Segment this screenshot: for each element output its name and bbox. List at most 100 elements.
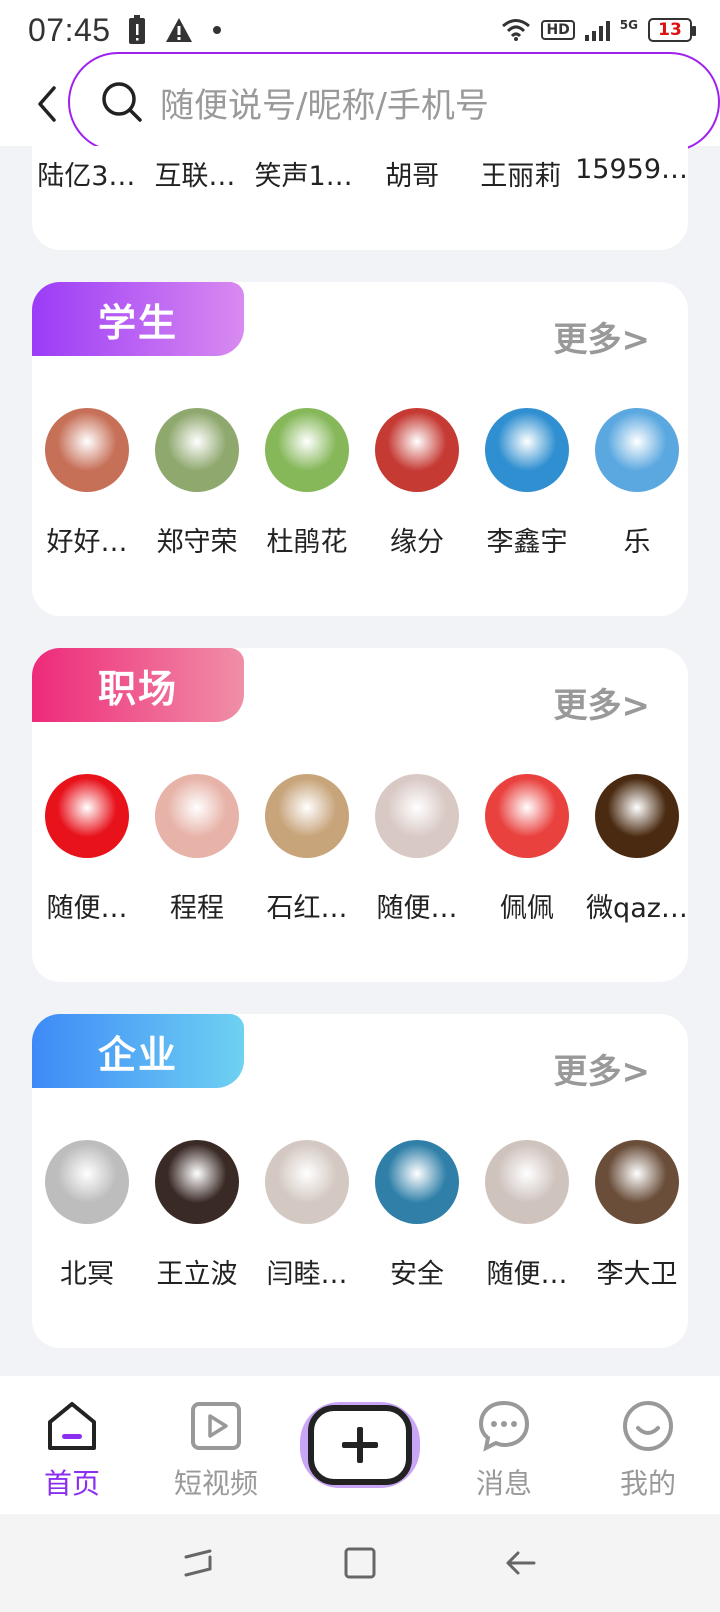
more-link-work[interactable]: 更多> <box>554 678 651 727</box>
user-name: 微qaz… <box>586 893 688 924</box>
section-card-work: 职场 更多> 随便… 程程 石红… 随便… 佩佩 微qaz… <box>32 648 688 982</box>
user-name: 随便… <box>376 893 458 924</box>
user-name: 王立波 <box>156 1259 238 1290</box>
user-item[interactable]: 郑守荣 <box>142 408 252 559</box>
avatar[interactable] <box>595 408 679 492</box>
user-item[interactable]: 杜鹃花 <box>252 408 362 559</box>
avatar[interactable] <box>265 1140 349 1224</box>
user-item[interactable]: 石红… <box>252 774 362 925</box>
avatar-row: 随便… 程程 石红… 随便… 佩佩 微qaz… <box>32 774 688 925</box>
avatar[interactable] <box>155 774 239 858</box>
user-name[interactable]: 互联… <box>141 154 250 193</box>
avatar[interactable] <box>155 408 239 492</box>
wifi-icon <box>502 19 531 41</box>
home-icon <box>48 1402 96 1450</box>
dot-icon <box>212 26 221 34</box>
nav-short-video[interactable]: 短视频 <box>144 1376 288 1514</box>
section-tag-student: 学生 <box>32 282 244 356</box>
user-name: 闫睦… <box>266 1259 348 1290</box>
avatar-row: 好好… 郑守荣 杜鹃花 缘分 李鑫宇 乐 <box>32 408 688 559</box>
user-name: 随便… <box>46 893 128 924</box>
user-item[interactable]: 北冥 <box>32 1140 142 1291</box>
user-item[interactable]: 微qaz… <box>582 774 688 925</box>
recents-icon[interactable] <box>180 1543 220 1583</box>
battery-level: 13 <box>648 18 696 42</box>
avatar[interactable] <box>485 774 569 858</box>
user-item[interactable]: 李鑫宇 <box>472 408 582 559</box>
hd-badge: HD <box>541 20 575 40</box>
battery-alert-icon <box>128 15 145 44</box>
nav-home[interactable]: 首页 <box>0 1376 144 1514</box>
back-arrow-icon[interactable] <box>30 82 66 126</box>
user-item[interactable]: 随便… <box>472 1140 582 1291</box>
more-link-business[interactable]: 更多> <box>554 1044 651 1093</box>
section-card-student: 学生 更多> 好好… 郑守荣 杜鹃花 缘分 李鑫宇 乐 <box>32 282 688 616</box>
nav-mine[interactable]: 我的 <box>576 1376 720 1514</box>
user-name: 缘分 <box>390 527 444 558</box>
smile-profile-icon <box>623 1401 673 1451</box>
search-placeholder: 随便说号/昵称/手机号 <box>160 85 489 126</box>
user-name: 安全 <box>390 1259 444 1290</box>
plus-icon <box>342 1427 378 1463</box>
user-item[interactable]: 好好… <box>32 408 142 559</box>
avatar[interactable] <box>375 408 459 492</box>
user-name: 石红… <box>266 893 348 924</box>
status-bar: 07:45 HD 5G 13 <box>0 0 720 60</box>
user-name[interactable]: 笑声1… <box>249 154 358 193</box>
avatar[interactable] <box>375 1140 459 1224</box>
header: 随便说号/昵称/手机号 <box>0 52 720 152</box>
nav-home-label: 首页 <box>43 1467 100 1500</box>
chat-bubble-icon <box>478 1400 530 1452</box>
section-tag-work: 职场 <box>32 648 244 722</box>
user-item[interactable]: 王立波 <box>142 1140 252 1291</box>
signal-icon <box>584 19 610 41</box>
avatar[interactable] <box>155 1140 239 1224</box>
back-icon[interactable] <box>500 1543 540 1583</box>
user-item[interactable]: 程程 <box>142 774 252 925</box>
nav-messages[interactable]: 消息 <box>432 1376 576 1514</box>
avatar[interactable] <box>595 1140 679 1224</box>
avatar[interactable] <box>265 408 349 492</box>
network-type: 5G <box>619 18 638 32</box>
user-name[interactable]: 胡哥 <box>358 154 467 193</box>
user-item[interactable]: 随便… <box>32 774 142 925</box>
user-item[interactable]: 安全 <box>362 1140 472 1291</box>
user-item[interactable]: 闫睦… <box>252 1140 362 1291</box>
user-name: 北冥 <box>60 1259 114 1290</box>
avatar[interactable] <box>595 774 679 858</box>
user-name: 程程 <box>170 893 224 924</box>
user-item[interactable]: 李大卫 <box>582 1140 688 1291</box>
user-name: 好好… <box>46 527 128 558</box>
avatar[interactable] <box>485 1140 569 1224</box>
section-tag-business: 企业 <box>32 1014 244 1088</box>
avatar[interactable] <box>375 774 459 858</box>
nav-mine-label: 我的 <box>619 1467 676 1500</box>
avatar[interactable] <box>265 774 349 858</box>
video-play-icon <box>191 1402 241 1450</box>
more-link-student[interactable]: 更多> <box>554 312 651 361</box>
avatar[interactable] <box>485 408 569 492</box>
avatar[interactable] <box>45 1140 129 1224</box>
user-name[interactable]: 王丽莉 <box>467 154 576 193</box>
home-square-icon[interactable] <box>340 1543 380 1583</box>
user-item[interactable]: 佩佩 <box>472 774 582 925</box>
status-time: 07:45 <box>28 11 111 48</box>
user-name: 李大卫 <box>596 1259 678 1290</box>
search-icon <box>102 82 142 122</box>
user-item[interactable]: 乐 <box>582 408 688 559</box>
add-post-button[interactable] <box>300 1402 420 1488</box>
avatar[interactable] <box>45 774 129 858</box>
search-input[interactable]: 随便说号/昵称/手机号 <box>68 52 720 152</box>
user-name: 随便… <box>486 1259 568 1290</box>
user-name[interactable]: 陆亿3… <box>32 154 141 193</box>
nav-video-label: 短视频 <box>173 1467 258 1500</box>
section-card-business: 企业 更多> 北冥 王立波 闫睦… 安全 随便… 李大卫 <box>32 1014 688 1348</box>
user-item[interactable]: 随便… <box>362 774 472 925</box>
user-item[interactable]: 缘分 <box>362 408 472 559</box>
user-name: 乐 <box>623 527 651 558</box>
nav-messages-label: 消息 <box>475 1467 532 1500</box>
user-name[interactable]: 15959… <box>575 154 688 193</box>
avatar[interactable] <box>45 408 129 492</box>
user-name: 李鑫宇 <box>486 527 568 558</box>
nav-add[interactable] <box>288 1376 432 1514</box>
